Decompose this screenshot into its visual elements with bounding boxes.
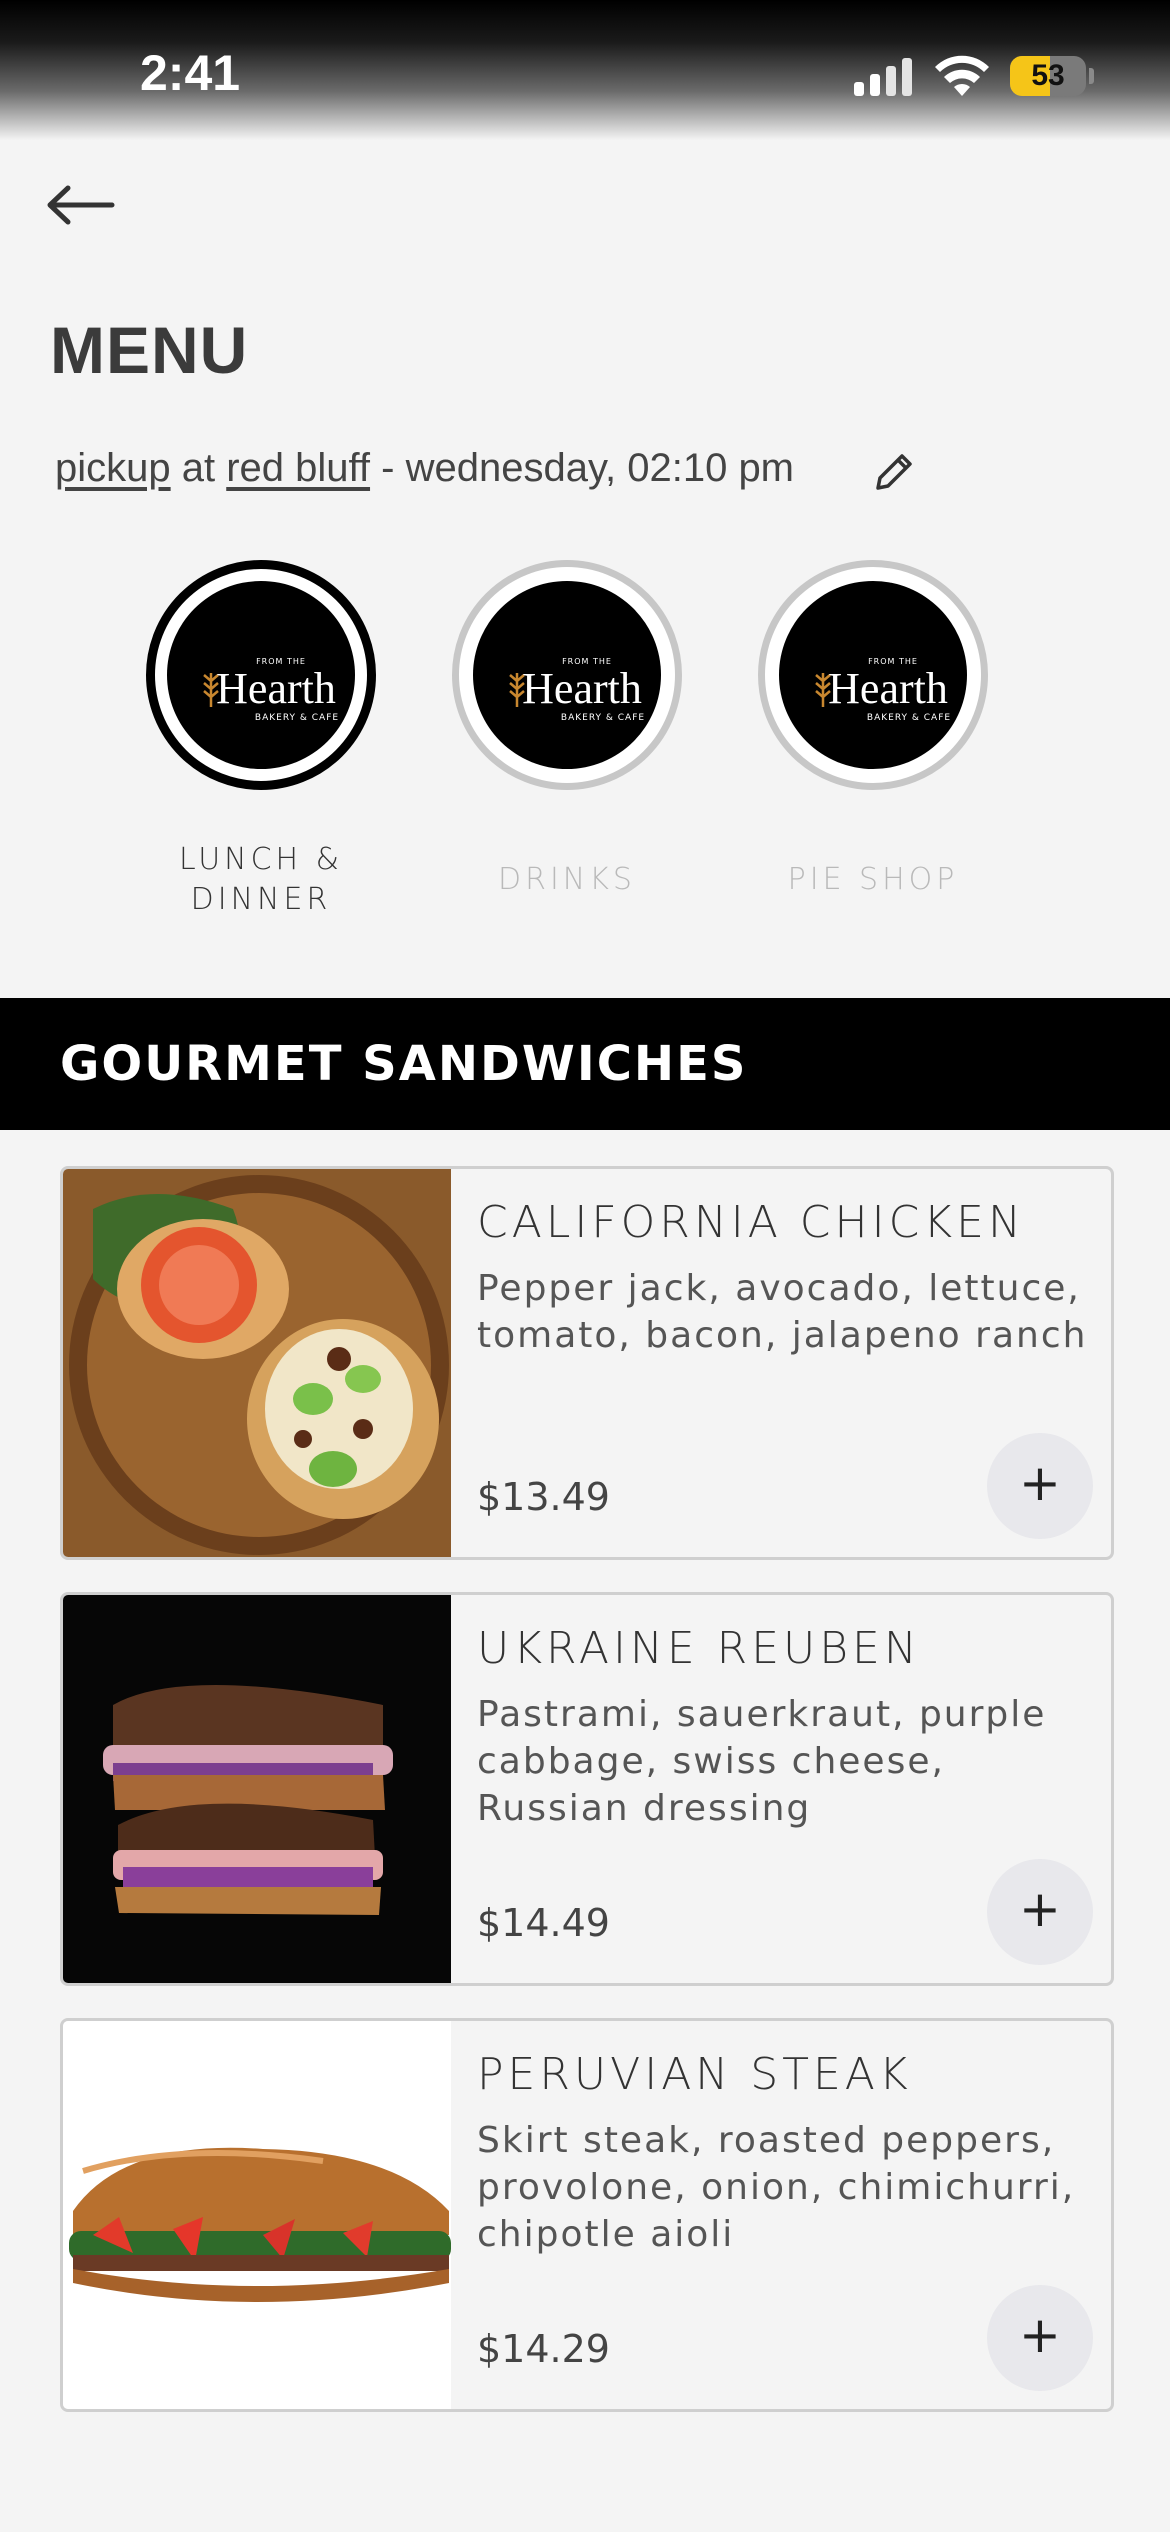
item-photo [63, 1595, 451, 1983]
category-tab-lunch-dinner[interactable]: FROM THE Hearth BAKERY & CAFE LUNCH & DI… [136, 560, 386, 920]
category-ring: FROM THE Hearth BAKERY & CAFE [146, 560, 376, 790]
item-description: Skirt steak, roasted peppers, provolone,… [477, 2120, 1076, 2255]
order-datetime: - wednesday, 02:10 pm [381, 446, 795, 490]
wifi-icon [935, 55, 989, 96]
item-name: CALIFORNIA CHICKEN [477, 1197, 1025, 1248]
page-title: MENU [50, 313, 249, 387]
plus-icon: + [1019, 2306, 1061, 2364]
item-photo [63, 1169, 451, 1557]
hearth-logo: FROM THE Hearth BAKERY & CAFE [167, 581, 355, 769]
status-time: 2:41 [140, 45, 241, 101]
hearth-logo: FROM THE Hearth BAKERY & CAFE [473, 581, 661, 769]
item-price: $13.49 [477, 1475, 610, 1519]
battery-level: 53 [1031, 59, 1065, 92]
category-tab-drinks[interactable]: FROM THE Hearth BAKERY & CAFE DRINKS [442, 560, 692, 900]
status-bar: 2:41 53 [0, 0, 1170, 140]
item-description: Pepper jack, avocado, lettuce, tomato, b… [477, 1268, 1088, 1356]
category-label: LUNCH & DINNER [178, 842, 344, 917]
menu-item-card[interactable]: CALIFORNIA CHICKEN Pepper jack, avocado,… [60, 1166, 1114, 1560]
category-ring: FROM THE Hearth BAKERY & CAFE [452, 560, 682, 790]
order-info: pickup at red bluff - wednesday, 02:10 p… [55, 446, 794, 491]
category-label: PIE SHOP [787, 862, 959, 897]
battery-tip [1089, 68, 1094, 84]
battery-icon: 53 [1010, 56, 1086, 96]
category-tab-pie-shop[interactable]: FROM THE Hearth BAKERY & CAFE PIE SHOP [748, 560, 998, 900]
category-label: DRINKS [498, 862, 636, 897]
item-name: PERUVIAN STEAK [477, 2049, 912, 2100]
location-link[interactable]: red bluff [226, 446, 370, 490]
section-header: GOURMET SANDWICHES [0, 998, 1170, 1130]
back-arrow-icon[interactable] [44, 180, 116, 230]
category-ring: FROM THE Hearth BAKERY & CAFE [758, 560, 988, 790]
order-connector: at [181, 446, 216, 490]
add-to-cart-button[interactable]: + [987, 1433, 1093, 1539]
plus-icon: + [1019, 1880, 1061, 1938]
menu-item-card[interactable]: UKRAINE REUBEN Pastrami, sauerkraut, pur… [60, 1592, 1114, 1986]
pencil-edit-icon[interactable] [870, 448, 918, 496]
section-title: GOURMET SANDWICHES [60, 1036, 748, 1092]
item-photo [63, 2021, 451, 2409]
plus-icon: + [1019, 1454, 1061, 1512]
item-price: $14.29 [477, 2327, 610, 2371]
hearth-logo: FROM THE Hearth BAKERY & CAFE [779, 581, 967, 769]
add-to-cart-button[interactable]: + [987, 1859, 1093, 1965]
menu-item-card[interactable]: PERUVIAN STEAK Skirt steak, roasted pepp… [60, 2018, 1114, 2412]
item-description: Pastrami, sauerkraut, purple cabbage, sw… [477, 1694, 1047, 1829]
item-name: UKRAINE REUBEN [477, 1623, 921, 1674]
add-to-cart-button[interactable]: + [987, 2285, 1093, 2391]
cellular-signal-icon [854, 58, 916, 96]
item-price: $14.49 [477, 1901, 610, 1945]
order-mode-link[interactable]: pickup [55, 446, 171, 490]
